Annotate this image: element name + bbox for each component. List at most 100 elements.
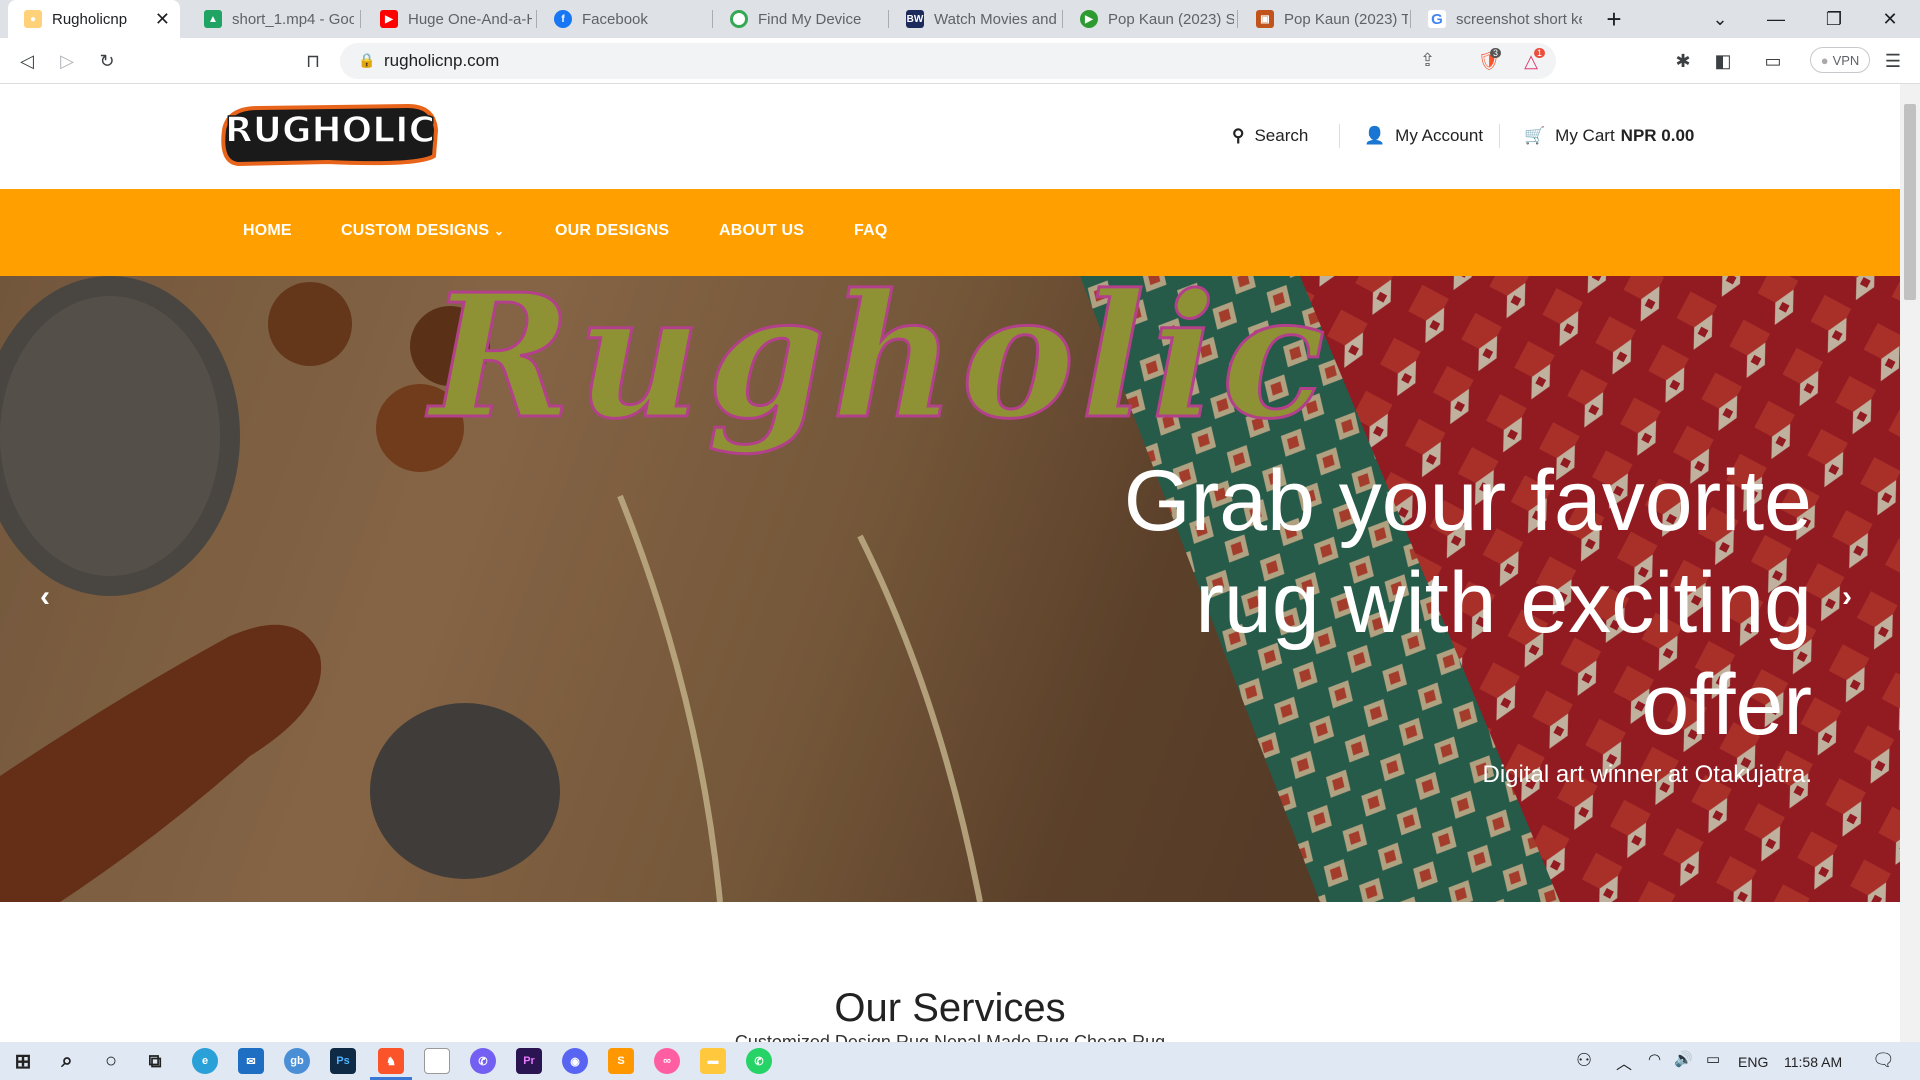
brave-badge: 3 [1490,48,1502,58]
nav-our-designs[interactable]: OUR DESIGNS [555,222,669,240]
extensions-icon[interactable]: ✱ [1668,46,1698,76]
pink-app-icon[interactable]: ∞ [654,1048,680,1074]
restore-button[interactable]: ❐ [1806,0,1862,38]
tab-separator [360,10,361,28]
brave-rewards-icon[interactable]: △ 1 [1516,46,1546,76]
search-label: Search [1254,126,1309,145]
vpn-button[interactable]: ● VPN [1810,47,1870,73]
movie-icon: ▣ [1256,10,1274,28]
vpn-label: VPN [1832,52,1860,68]
nav-custom-designs[interactable]: CUSTOM DESIGNS ⌄ [341,222,504,240]
forward-icon[interactable]: ▷ [52,46,82,76]
my-cart-link[interactable]: 🛒 My Cart NPR 0.00 [1524,126,1694,146]
whatsapp-icon[interactable]: ✆ [746,1048,772,1074]
cortana-icon[interactable]: ○ [98,1048,124,1074]
clock[interactable]: 11:58 AM [1784,1054,1842,1070]
wifi-icon[interactable]: ◠ [1648,1050,1661,1068]
search-icon: ⚲ [1232,126,1245,145]
tab-pop-kaun-1[interactable]: ▶ Pop Kaun (2023) Se [1064,0,1234,38]
tab-strip: ● Rugholicnp ✕ ▲ short_1.mp4 - Goog ▶ Hu… [0,0,1920,38]
slider-next-arrow-icon[interactable]: › [1842,580,1852,614]
rugholic-favicon-icon: ● [24,10,42,28]
cart-icon: 🛒 [1524,126,1546,145]
tab-google-drive[interactable]: ▲ short_1.mp4 - Goog [188,0,354,38]
close-window-button[interactable]: ✕ [1862,0,1918,38]
hero-headline-line: offer [1641,657,1812,753]
my-account-label: My Account [1395,126,1484,145]
tab-google-search[interactable]: G screenshot short ke [1412,0,1582,38]
tab-rugholicnp[interactable]: ● Rugholicnp ✕ [8,0,180,38]
my-cart-label: My Cart [1555,126,1615,145]
notepad-icon[interactable] [424,1048,450,1074]
google-icon: G [1428,10,1446,28]
menu-icon[interactable]: ☰ [1878,46,1908,76]
bookmark-icon[interactable]: ⊓ [298,46,328,76]
back-icon[interactable]: ◁ [12,46,42,76]
edge-icon[interactable]: e [192,1048,218,1074]
address-bar[interactable]: 🔒 rugholicnp.com ⇪ [340,43,1556,79]
tab-watch-movies[interactable]: BW Watch Movies and [890,0,1058,38]
mail-icon[interactable]: ✉ [238,1048,264,1074]
sidebar-icon[interactable]: ◧ [1708,46,1738,76]
discord-icon[interactable]: ◉ [562,1048,588,1074]
tab-separator [712,10,713,28]
header-divider [1499,124,1500,148]
bw-icon: BW [906,10,924,28]
youtube-icon: ▶ [380,10,398,28]
new-tab-button[interactable]: + [1586,0,1642,38]
battery-icon[interactable]: ▭ [1706,1050,1720,1068]
tab-separator [536,10,537,28]
tab-search-chevron-icon[interactable]: ⌄ [1692,0,1748,38]
tray-chevron-up-icon[interactable]: ︿ [1616,1050,1632,1074]
close-tab-icon[interactable]: ✕ [155,9,170,30]
nav-about-us[interactable]: ABOUT US [719,222,804,240]
brave-taskbar-icon[interactable]: ♞ [378,1048,404,1074]
premiere-icon[interactable]: Pr [516,1048,542,1074]
share-icon[interactable]: ⇪ [1420,50,1435,71]
notifications-icon[interactable]: 🗨 [1872,1050,1895,1071]
find-my-device-icon [730,10,748,28]
tab-youtube[interactable]: ▶ Huge One-And-a-H [364,0,532,38]
logo-graphic: RUGHOLIC [221,103,439,167]
windows-start-icon[interactable]: ⊞ [10,1048,36,1074]
volume-icon[interactable]: 🔊 [1674,1050,1693,1068]
task-view-icon[interactable]: ⧉ [142,1048,168,1074]
google-drive-icon: ▲ [204,10,222,28]
user-icon: 👤 [1364,126,1386,145]
tab-title: Facebook [582,10,648,28]
reload-icon[interactable]: ↻ [92,46,122,76]
tab-pop-kaun-2[interactable]: ▣ Pop Kaun (2023) TV [1240,0,1408,38]
tab-facebook[interactable]: f Facebook [538,0,708,38]
tab-find-my-device[interactable]: Find My Device [714,0,886,38]
url-text[interactable]: rugholicnp.com [384,51,499,71]
language-indicator[interactable]: ENG [1738,1054,1768,1070]
facebook-icon: f [554,10,572,28]
nav-home[interactable]: HOME [243,222,292,240]
search-link[interactable]: ⚲ Search [1232,126,1308,146]
minimize-button[interactable]: — [1748,0,1804,38]
tab-separator [888,10,889,28]
my-account-link[interactable]: 👤 My Account [1364,126,1483,146]
lock-icon: 🔒 [358,52,376,68]
wallet-icon[interactable]: ▭ [1758,46,1788,76]
tab-title: Pop Kaun (2023) Se [1108,10,1234,28]
gb-app-icon[interactable]: gb [284,1048,310,1074]
slider-prev-arrow-icon[interactable]: ‹ [40,580,50,614]
scrollbar-thumb[interactable] [1904,104,1916,300]
people-icon[interactable]: ⚇ [1576,1050,1592,1071]
hero-subtitle: Digital art winner at Otakujatra. [1482,761,1812,788]
search-icon[interactable]: ⌕ [54,1048,80,1074]
nav-custom-designs-label: CUSTOM DESIGNS [341,222,490,239]
file-explorer-icon[interactable]: ▬ [700,1048,726,1074]
brave-shields-icon[interactable]: 🛡 3 [1474,46,1504,76]
tab-title: screenshot short ke [1456,10,1582,28]
sublime-icon[interactable]: S [608,1048,634,1074]
tab-title: Watch Movies and [934,10,1057,28]
nav-faq[interactable]: FAQ [854,222,888,240]
rugholic-logo[interactable]: RUGHOLIC [218,100,442,168]
viber-icon[interactable]: ✆ [470,1048,496,1074]
tab-title: Huge One-And-a-H [408,10,532,28]
photoshop-icon[interactable]: Ps [330,1048,356,1074]
tab-separator [1237,10,1238,28]
tab-title: Rugholicnp [52,10,128,28]
